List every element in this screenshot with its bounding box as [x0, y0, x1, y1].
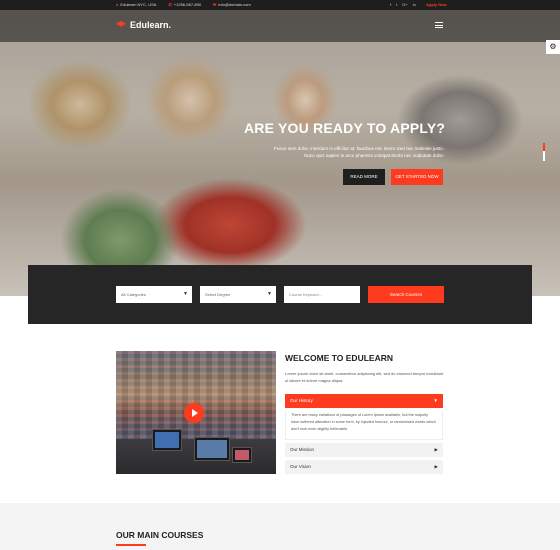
categories-select[interactable]: All Categories ▼	[116, 286, 192, 303]
top-bar: ● Edulearn NYC, USA ✆ +1256-567-890 ✉ info@…	[0, 0, 560, 10]
phone[interactable]: ✆ +1256-567-890	[168, 2, 201, 7]
play-icon[interactable]	[184, 403, 204, 423]
hero-subtitle: Fusce sem dolor, interdum in efficitur a…	[274, 146, 444, 158]
search-courses-button[interactable]: Search Courses	[368, 286, 444, 303]
degree-select[interactable]: Select Degree ▼	[200, 286, 276, 303]
gear-icon[interactable]: ⚙	[546, 40, 560, 54]
welcome-text: Lorem ipsum dolor sit amet, consectetur …	[285, 371, 444, 383]
caret-right-icon: ▶	[434, 447, 438, 452]
twitter-icon[interactable]: t	[396, 2, 397, 7]
accordion-our-vision[interactable]: Our Vision ▶	[285, 460, 443, 474]
email[interactable]: ✉ info@domain.com	[213, 2, 251, 7]
hamburger-menu-icon[interactable]	[435, 22, 443, 28]
hero-title: ARE YOU READY TO APPLY?	[244, 120, 446, 136]
read-more-button[interactable]: READ MORE	[343, 169, 385, 185]
location-icon: ●	[116, 2, 119, 7]
accordion-our-history[interactable]: Our History ▼	[285, 394, 443, 408]
mail-icon: ✉	[213, 2, 217, 7]
google-plus-icon[interactable]: G+	[402, 2, 407, 7]
get-started-button[interactable]: GET STARTED NOW	[391, 169, 443, 185]
course-keyword-input[interactable]: Course Keyword...	[284, 286, 360, 303]
social-links: f t G+ in	[390, 2, 416, 7]
course-search-panel	[28, 265, 532, 324]
caret-down-icon: ▼	[433, 398, 438, 403]
apply-now-link[interactable]: Apply Now	[426, 2, 447, 7]
accordion-our-history-body: There are many variations of passages of…	[285, 410, 443, 440]
courses-title: OUR MAIN COURSES	[116, 530, 204, 540]
address: ● Edulearn NYC, USA	[116, 2, 157, 7]
graduation-cap-icon	[116, 21, 126, 27]
caret-down-icon: ▼	[267, 291, 272, 297]
contact-info: ● Edulearn NYC, USA ✆ +1256-567-890 ✉ info@…	[116, 2, 251, 7]
accordion-our-mission[interactable]: Our Mission ▶	[285, 443, 443, 457]
phone-icon: ✆	[168, 2, 172, 7]
site-logo[interactable]: Edulearn.	[116, 20, 171, 30]
caret-down-icon: ▼	[183, 291, 188, 297]
linkedin-icon[interactable]: in	[413, 2, 416, 7]
navbar	[0, 10, 560, 42]
slider-indicator-active[interactable]	[543, 143, 545, 151]
title-underline	[116, 544, 146, 546]
facebook-icon[interactable]: f	[390, 2, 391, 7]
courses-section	[0, 503, 560, 550]
brand-name: Edulearn.	[130, 20, 172, 30]
welcome-title: WELCOME TO EDULEARN	[285, 353, 393, 363]
caret-right-icon: ▶	[434, 464, 438, 469]
